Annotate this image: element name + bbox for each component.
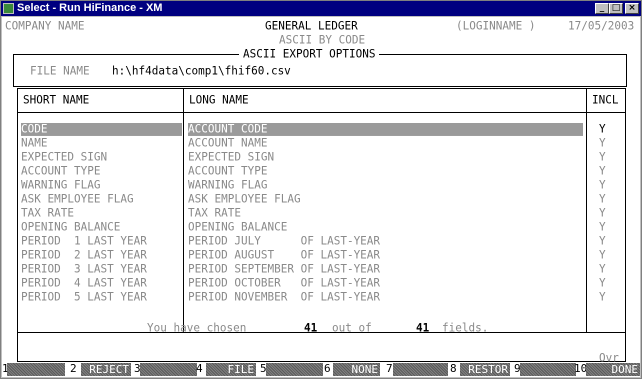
chosen-count: 41 — [304, 320, 318, 335]
function-key-number: 2 — [70, 362, 77, 375]
incl-cell[interactable]: Y — [599, 262, 606, 276]
function-key-number: 4 — [196, 362, 203, 375]
window-title: Select - Run HiFinance - XM — [17, 2, 163, 14]
short-name-cell[interactable]: ASK EMPLOYEE FLAG — [21, 192, 134, 206]
incl-cell[interactable]: Y — [599, 206, 606, 220]
function-key-3-button[interactable] — [140, 363, 197, 376]
terminal-window: Select - Run HiFinance - XM _ □ × COMPAN… — [0, 0, 642, 379]
short-name-cell[interactable]: PERIOD 1 LAST YEAR — [21, 234, 147, 248]
short-name-cell[interactable]: PERIOD 5 LAST YEAR — [21, 290, 147, 304]
status-divider — [17, 332, 626, 333]
options-box-title: ASCII EXPORT OPTIONS — [239, 47, 380, 61]
maximize-icon[interactable]: □ — [609, 3, 623, 14]
function-key-1-button[interactable] — [7, 363, 65, 376]
long-name-cell[interactable]: ACCOUNT NAME — [188, 136, 267, 150]
long-name-cell[interactable]: PERIOD OCTOBER OF LAST-YEAR — [188, 276, 380, 290]
long-name-header: LONG NAME — [189, 92, 249, 107]
long-name-cell[interactable]: PERIOD JULY OF LAST-YEAR — [188, 234, 380, 248]
function-key-8-button[interactable]: RESTOR — [460, 363, 510, 376]
short-name-cell[interactable]: NAME — [21, 136, 48, 150]
function-key-2-button[interactable]: REJECT — [81, 363, 131, 376]
short-name-cell[interactable]: PERIOD 3 LAST YEAR — [21, 262, 147, 276]
short-name-cell[interactable]: PERIOD 4 LAST YEAR — [21, 276, 147, 290]
incl-cell[interactable]: Y — [599, 234, 606, 248]
long-name-cell[interactable]: OPENING BALANCE — [188, 220, 287, 234]
function-key-number: 8 — [450, 362, 457, 375]
function-key-7-button[interactable] — [393, 363, 448, 376]
file-name-field[interactable]: h:\hf4data\comp1\fhif60.csv — [112, 64, 291, 78]
incl-cell[interactable]: Y — [599, 192, 606, 206]
function-key-bar: 1 2 REJECT 3 4 FILE 5 6 NONE 7 8 RESTOR 9 10 DONE — [2, 362, 640, 377]
function-key-number: 7 — [386, 362, 393, 375]
long-name-cell[interactable]: ACCOUNT CODE — [188, 122, 583, 136]
column-divider — [183, 88, 184, 332]
close-icon[interactable]: × — [625, 3, 639, 14]
function-key-4-button[interactable]: FILE — [206, 363, 256, 376]
status-suffix: fields. — [442, 320, 489, 335]
incl-cell[interactable]: Y — [599, 276, 606, 290]
short-name-cell[interactable]: TAX RATE — [21, 206, 74, 220]
incl-header: INCL — [592, 92, 619, 107]
function-key-5-button[interactable] — [266, 363, 323, 376]
status-middle: out of — [332, 320, 372, 335]
incl-cell[interactable]: Y — [599, 220, 606, 234]
login-name: (LOGINNAME ) — [456, 18, 536, 33]
short-name-cell[interactable]: WARNING FLAG — [21, 178, 100, 192]
function-key-9-button[interactable] — [520, 363, 576, 376]
function-key-number: 6 — [324, 362, 331, 375]
column-divider — [586, 88, 587, 332]
app-icon — [3, 3, 14, 14]
incl-cell[interactable]: Y — [599, 248, 606, 262]
module-title: GENERAL LEDGER — [265, 18, 358, 33]
function-key-6-button[interactable]: NONE — [333, 363, 380, 376]
terminal-screen: COMPANY NAME GENERAL LEDGER (LOGINNAME )… — [2, 17, 640, 377]
long-name-cell[interactable]: ASK EMPLOYEE FLAG — [188, 192, 301, 206]
incl-cell[interactable]: Y — [599, 122, 606, 136]
total-count: 41 — [416, 320, 430, 335]
minimize-icon[interactable]: _ — [595, 3, 609, 14]
company-name: COMPANY NAME — [5, 18, 85, 33]
status-prefix: You have chosen — [147, 320, 247, 335]
incl-cell[interactable]: Y — [599, 150, 606, 164]
title-bar: Select - Run HiFinance - XM _ □ × — [1, 1, 641, 16]
short-name-cell[interactable]: EXPECTED SIGN — [21, 150, 107, 164]
incl-cell[interactable]: Y — [599, 136, 606, 150]
long-name-cell[interactable]: ACCOUNT TYPE — [188, 164, 267, 178]
incl-cell[interactable]: Y — [599, 178, 606, 192]
short-name-cell[interactable]: CODE — [21, 122, 182, 136]
long-name-cell[interactable]: TAX RATE — [188, 206, 241, 220]
long-name-cell[interactable]: WARNING FLAG — [188, 178, 267, 192]
short-name-cell[interactable]: ACCOUNT TYPE — [21, 164, 100, 178]
long-name-cell[interactable]: PERIOD SEPTEMBER OF LAST-YEAR — [188, 262, 380, 276]
long-name-cell[interactable]: PERIOD NOVEMBER OF LAST-YEAR — [188, 290, 380, 304]
incl-cell[interactable]: Y — [599, 290, 606, 304]
short-name-header: SHORT NAME — [23, 92, 90, 107]
short-name-cell[interactable]: PERIOD 2 LAST YEAR — [21, 248, 147, 262]
function-key-10-button[interactable]: DONE — [586, 363, 640, 376]
long-name-cell[interactable]: EXPECTED SIGN — [188, 150, 274, 164]
submodule-title: ASCII BY CODE — [279, 32, 366, 47]
short-name-cell[interactable]: OPENING BALANCE — [21, 220, 120, 234]
header-divider — [17, 112, 626, 113]
incl-cell[interactable]: Y — [599, 164, 606, 178]
file-name-label: FILE NAME — [30, 63, 90, 78]
current-date: 17/05/2003 — [568, 18, 635, 33]
long-name-cell[interactable]: PERIOD AUGUST OF LAST-YEAR — [188, 248, 380, 262]
